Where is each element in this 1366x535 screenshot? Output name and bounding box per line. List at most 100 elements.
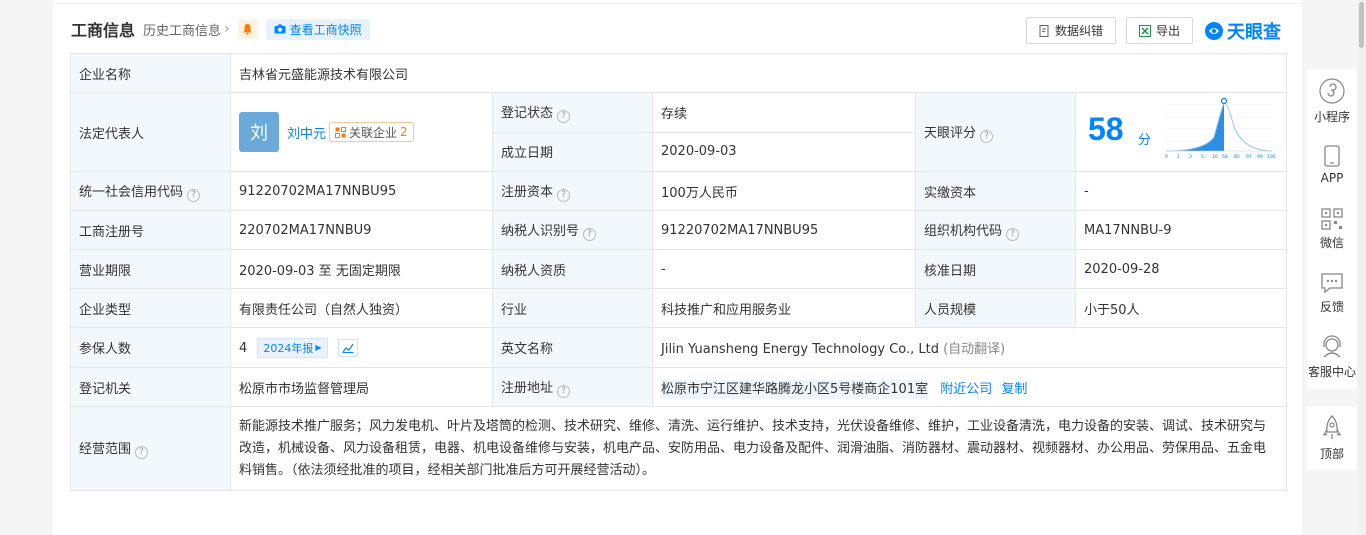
customer-service-button[interactable]: 客服中心 xyxy=(1307,325,1357,389)
table-row: 企业名称 吉林省元盛能源技术有限公司 xyxy=(70,53,1287,93)
score-label: 天眼评分? xyxy=(915,92,1076,172)
help-icon[interactable]: ? xyxy=(1006,227,1020,241)
credit-code-value: 91220702MA17NNBU95 xyxy=(230,171,493,211)
org-code-label: 组织机构代码? xyxy=(915,210,1076,250)
help-icon[interactable]: ? xyxy=(980,129,994,143)
wechat-label: 微信 xyxy=(1319,235,1344,250)
table-row: 登记机关 松原市市场监督管理局 注册地址? 松原市宁江区建华路腾龙小区5号楼商企… xyxy=(70,367,1287,407)
address-cell: 松原市宁江区建华路腾龙小区5号楼商企101室 附近公司 复制 xyxy=(652,367,1287,407)
caret-right-icon: ▶ xyxy=(315,343,322,352)
table-row: 法定代表人 刘 刘中元 关联企业 2 登记状态? 存续 天眼评分? 58 分 0… xyxy=(70,92,1287,172)
address-value: 松原市宁江区建华路腾龙小区5号楼商企101室 xyxy=(661,379,929,399)
headset-icon xyxy=(1323,334,1341,357)
app-button[interactable]: APP xyxy=(1307,133,1357,197)
trend-chart-icon[interactable] xyxy=(337,339,358,357)
chat-bubble-icon xyxy=(1321,272,1343,293)
approval-date-label: 核准日期 xyxy=(915,249,1076,289)
help-icon[interactable]: ? xyxy=(135,446,149,459)
score-tick: 0 xyxy=(1165,154,1168,160)
brand-name: 天眼查 xyxy=(1227,22,1281,43)
english-name-value: Jilin Yuansheng Energy Technology Co., L… xyxy=(661,342,939,357)
export-button[interactable]: 导出 xyxy=(1126,17,1194,44)
legal-rep-name[interactable]: 刘中元 xyxy=(287,123,326,142)
annual-report-label: 2024年报 xyxy=(263,341,314,355)
nearby-companies-link[interactable]: 附近公司 xyxy=(940,382,992,397)
feedback-button[interactable]: 反馈 xyxy=(1307,261,1357,325)
data-correction-label: 数据纠错 xyxy=(1055,24,1104,38)
tianyancha-logo-icon xyxy=(1205,22,1223,40)
score-distribution-chart: 0 1 3 5 10 58 85 97 99 100 xyxy=(1165,97,1276,160)
scope-label-text: 经营范围 xyxy=(79,442,132,457)
wechat-button[interactable]: 微信 xyxy=(1307,197,1357,261)
app-label: APP xyxy=(1320,171,1344,185)
legal-rep-label: 法定代表人 xyxy=(70,92,231,172)
reg-capital-label-text: 注册资本 xyxy=(501,184,554,200)
taxpayer-id-value: 91220702MA17NNBU95 xyxy=(652,210,916,250)
qr-code-icon xyxy=(1321,207,1343,230)
company-type-value: 有限责任公司（自然人独资） xyxy=(230,288,493,328)
taxpayer-id-label-text: 纳税人识别号 xyxy=(501,223,580,239)
snapshot-button[interactable]: 查看工商快照 xyxy=(265,18,370,40)
bell-icon[interactable] xyxy=(237,19,258,39)
history-link[interactable]: 历史工商信息 › xyxy=(143,20,230,39)
org-code-label-text: 组织机构代码 xyxy=(924,223,1003,239)
score-tick: 97 xyxy=(1246,154,1252,160)
help-icon[interactable]: ? xyxy=(187,188,201,202)
data-correction-button[interactable]: 数据纠错 xyxy=(1026,17,1117,44)
score-tick: 99 xyxy=(1257,154,1263,160)
credit-code-label: 统一社会信用代码? xyxy=(70,171,231,211)
help-icon[interactable]: ? xyxy=(557,109,571,123)
history-label: 历史工商信息 xyxy=(143,23,222,39)
reg-status-label: 登记状态? xyxy=(492,92,653,133)
reg-capital-value: 100万人民币 xyxy=(652,171,916,211)
company-type-label: 企业类型 xyxy=(70,288,231,328)
table-row: 经营范围? 新能源技术推广服务；风力发电机、叶片及塔筒的检测、技术研究、维修、清… xyxy=(70,406,1287,491)
score-tick: 85 xyxy=(1234,154,1240,160)
paid-capital-value: - xyxy=(1075,171,1287,211)
snapshot-label: 查看工商快照 xyxy=(289,22,362,37)
score-tick: 3 xyxy=(1189,154,1192,160)
score-tick: 1 xyxy=(1177,154,1180,160)
mini-program-button[interactable]: 小程序 xyxy=(1307,69,1357,133)
business-info-table: 企业名称 吉林省元盛能源技术有限公司 法定代表人 刘 刘中元 关联企业 2 登记… xyxy=(70,53,1287,491)
scrollbar-thumb[interactable] xyxy=(1359,2,1364,48)
help-icon[interactable]: ? xyxy=(557,188,571,202)
insured-value: 4 xyxy=(239,340,248,356)
table-row: 营业期限 2020-09-03 至 无固定期限 纳税人资质 - 核准日期 202… xyxy=(70,249,1287,289)
annual-report-badge[interactable]: 2024年报 ▶ xyxy=(257,337,328,358)
company-name-label: 企业名称 xyxy=(70,53,231,93)
camera-icon xyxy=(274,24,286,34)
term-value: 2020-09-03 至 无固定期限 xyxy=(230,249,493,289)
copy-address-link[interactable]: 复制 xyxy=(1001,382,1027,397)
reg-capital-label: 注册资本? xyxy=(492,171,653,211)
table-row: 企业类型 有限责任公司（自然人独资） 行业 科技推广和应用服务业 人员规模 小于… xyxy=(70,288,1287,328)
customer-service-label: 客服中心 xyxy=(1307,364,1356,379)
network-icon xyxy=(335,126,347,138)
reg-status-label-text: 登记状态 xyxy=(501,105,554,121)
help-icon[interactable]: ? xyxy=(557,384,571,398)
score-value: 58 xyxy=(1088,111,1124,147)
insured-label: 参保人数 xyxy=(70,327,231,368)
authority-label: 登记机关 xyxy=(70,367,231,407)
related-count: 2 xyxy=(400,125,408,139)
score-tick: 10 xyxy=(1212,154,1218,160)
paid-capital-label: 实缴资本 xyxy=(915,171,1076,211)
page-scrollbar[interactable] xyxy=(1357,0,1366,535)
english-name-cell: Jilin Yuansheng Energy Technology Co., L… xyxy=(652,327,1287,368)
credit-code-label-text: 统一社会信用代码 xyxy=(79,184,184,200)
avatar[interactable]: 刘 xyxy=(239,112,279,152)
taxpayer-qual-value: - xyxy=(652,249,916,289)
score-cell[interactable]: 58 分 0 1 3 5 10 58 85 97 99 100 xyxy=(1075,92,1287,172)
established-value: 2020-09-03 xyxy=(652,131,916,172)
related-label: 关联企业 xyxy=(349,125,398,140)
mini-program-icon xyxy=(1319,77,1345,104)
approval-date-value: 2020-09-28 xyxy=(1075,249,1287,289)
table-row: 统一社会信用代码? 91220702MA17NNBU95 注册资本? 100万人… xyxy=(70,171,1287,211)
chevron-right-icon: › xyxy=(224,21,230,37)
help-icon[interactable]: ? xyxy=(583,227,597,241)
related-companies-badge[interactable]: 关联企业 2 xyxy=(329,122,414,142)
table-row: 参保人数 4 2024年报 ▶ 英文名称 Jilin Yuansheng Ener… xyxy=(70,327,1287,368)
back-to-top-button[interactable]: 顶部 xyxy=(1307,406,1357,470)
english-name-label: 英文名称 xyxy=(492,327,653,368)
taxpayer-id-label: 纳税人识别号? xyxy=(492,210,653,250)
